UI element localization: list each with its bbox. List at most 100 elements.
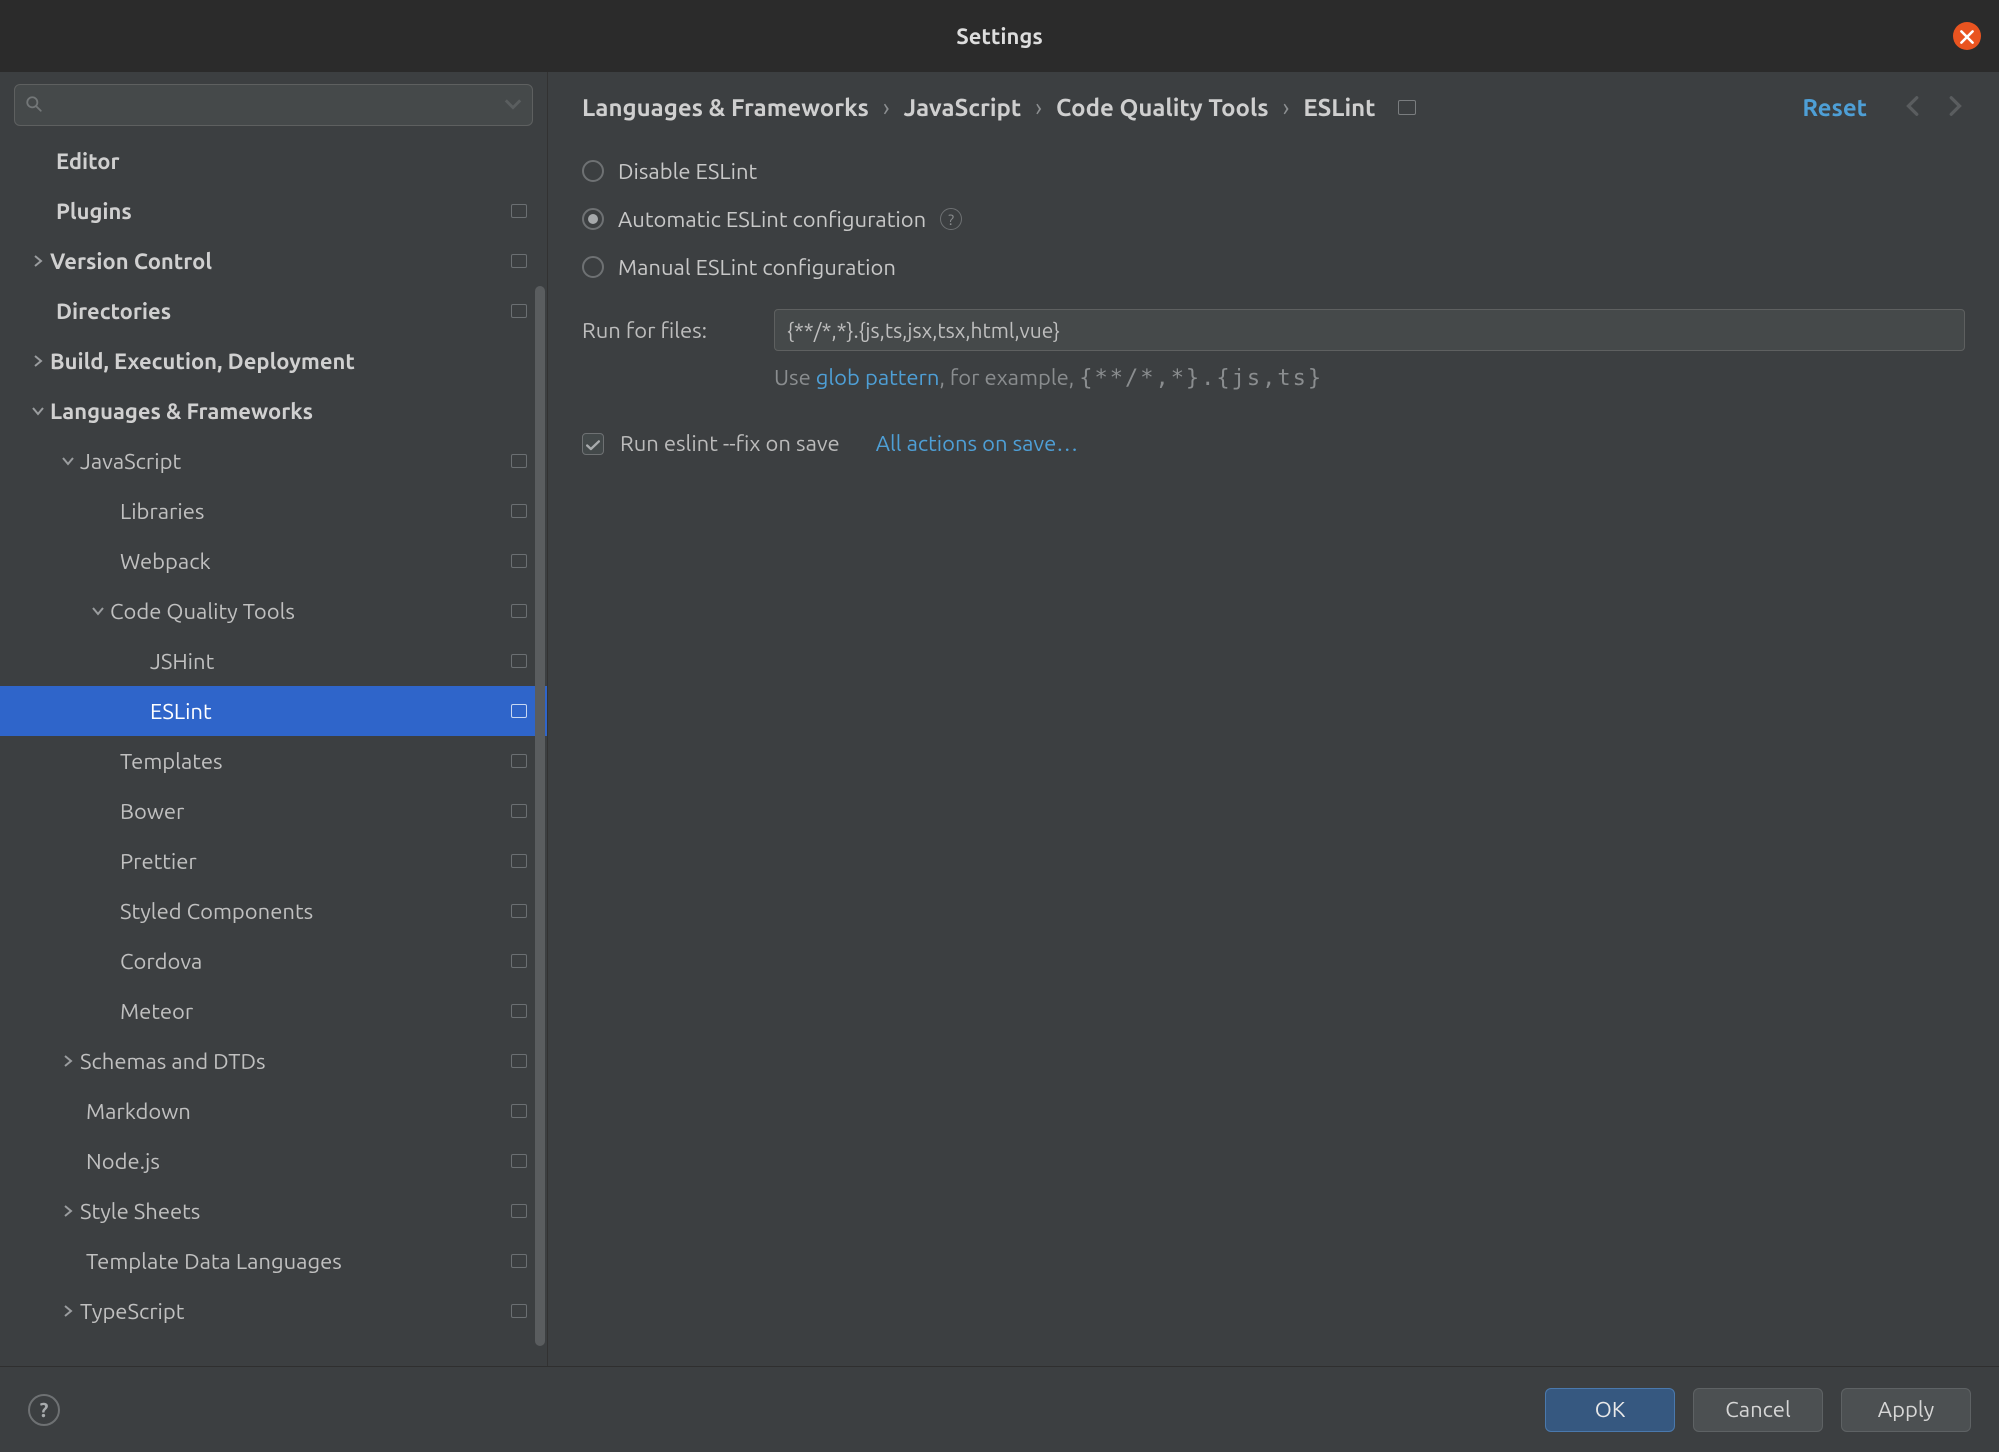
- breadcrumb-item: ESLint: [1303, 94, 1375, 121]
- sidebar-item-label: Templates: [120, 749, 223, 774]
- radio-icon: [582, 208, 604, 230]
- breadcrumb: Languages & Frameworks › JavaScript › Co…: [582, 94, 1416, 121]
- settings-tree[interactable]: EditorPlugins Version Control Directories B…: [0, 136, 547, 1366]
- sidebar-item[interactable]: Template Data Languages: [0, 1236, 547, 1286]
- ok-button[interactable]: OK: [1545, 1388, 1675, 1432]
- sidebar-item[interactable]: Style Sheets: [0, 1186, 547, 1236]
- sidebar-item[interactable]: Node.js: [0, 1136, 547, 1186]
- scrollbar[interactable]: [535, 286, 545, 1346]
- fix-on-save-checkbox[interactable]: [582, 433, 604, 455]
- project-badge-icon: [511, 704, 527, 718]
- radio-disable-eslint[interactable]: Disable ESLint: [582, 147, 1965, 195]
- project-badge-icon: [511, 954, 527, 968]
- sidebar-item-label: Languages & Frameworks: [50, 399, 313, 424]
- close-button[interactable]: [1953, 22, 1981, 50]
- sidebar-item[interactable]: Meteor: [0, 986, 547, 1036]
- sidebar-item-label: Webpack: [120, 549, 211, 574]
- sidebar-item-label: Build, Execution, Deployment: [50, 349, 355, 374]
- cancel-button[interactable]: Cancel: [1693, 1388, 1823, 1432]
- sidebar-item[interactable]: Schemas and DTDs: [0, 1036, 547, 1086]
- radio-label: Manual ESLint configuration: [618, 255, 896, 280]
- chevron-right-icon: ›: [1035, 94, 1042, 121]
- fix-on-save-label: Run eslint --fix on save: [620, 431, 840, 456]
- radio-auto-eslint[interactable]: Automatic ESLint configuration ?: [582, 195, 1965, 243]
- project-badge-icon: [511, 854, 527, 868]
- chevron-right-icon: [26, 355, 50, 367]
- chevron-down-icon: [56, 455, 80, 467]
- breadcrumb-item[interactable]: Code Quality Tools: [1056, 94, 1269, 121]
- sidebar-item[interactable]: Plugins: [0, 186, 547, 236]
- sidebar-item-label: Bower: [120, 799, 184, 824]
- window-title: Settings: [956, 24, 1042, 49]
- sidebar-item[interactable]: Languages & Frameworks: [0, 386, 547, 436]
- help-button[interactable]: ?: [28, 1394, 60, 1426]
- project-badge-icon: [511, 654, 527, 668]
- settings-content: Languages & Frameworks › JavaScript › Co…: [548, 72, 1999, 1366]
- breadcrumb-item[interactable]: Languages & Frameworks: [582, 94, 869, 121]
- sidebar-item[interactable]: Styled Components: [0, 886, 547, 936]
- all-actions-on-save-link[interactable]: All actions on save…: [876, 431, 1078, 456]
- search-input[interactable]: [49, 95, 498, 116]
- chevron-right-icon: [56, 1305, 80, 1317]
- sidebar-item[interactable]: Prettier: [0, 836, 547, 886]
- radio-icon: [582, 160, 604, 182]
- chevron-down-icon: [86, 605, 110, 617]
- sidebar-item-label: Node.js: [86, 1149, 160, 1174]
- sidebar-item-label: Schemas and DTDs: [80, 1049, 266, 1074]
- project-badge-icon: [511, 554, 527, 568]
- sidebar-item-label: JavaScript: [80, 449, 181, 474]
- glob-pattern-link[interactable]: glob pattern: [816, 365, 940, 390]
- sidebar-item[interactable]: Build, Execution, Deployment: [0, 336, 547, 386]
- sidebar-item[interactable]: Bower: [0, 786, 547, 836]
- project-badge-icon: [511, 1304, 527, 1318]
- run-for-files-hint: Use glob pattern, for example, {**/*,*}.…: [774, 365, 1965, 391]
- sidebar-item[interactable]: Code Quality Tools: [0, 586, 547, 636]
- project-badge-icon: [511, 1154, 527, 1168]
- chevron-right-icon: ›: [1283, 94, 1290, 121]
- project-badge-icon: [511, 254, 527, 268]
- sidebar-item[interactable]: Cordova: [0, 936, 547, 986]
- project-badge-icon: [511, 204, 527, 218]
- help-icon[interactable]: ?: [940, 208, 962, 230]
- radio-label: Disable ESLint: [618, 159, 757, 184]
- sidebar-item-label: Style Sheets: [80, 1199, 200, 1224]
- project-badge-icon: [511, 604, 527, 618]
- sidebar-item-label: Cordova: [120, 949, 202, 974]
- run-for-files-input[interactable]: [774, 309, 1965, 351]
- sidebar-item-label: Version Control: [50, 249, 212, 274]
- radio-manual-eslint[interactable]: Manual ESLint configuration: [582, 243, 1965, 291]
- search-icon: [25, 94, 43, 117]
- sidebar-item-label: Styled Components: [120, 899, 313, 924]
- project-badge-icon: [1398, 100, 1416, 115]
- sidebar-item[interactable]: Webpack: [0, 536, 547, 586]
- sidebar-item[interactable]: Version Control: [0, 236, 547, 286]
- radio-label: Automatic ESLint configuration: [618, 207, 926, 232]
- chevron-right-icon: [26, 255, 50, 267]
- project-badge-icon: [511, 904, 527, 918]
- project-badge-icon: [511, 304, 527, 318]
- chevron-right-icon: [56, 1055, 80, 1067]
- titlebar: Settings: [0, 0, 1999, 72]
- sidebar-item[interactable]: Markdown: [0, 1086, 547, 1136]
- sidebar-item[interactable]: JSHint: [0, 636, 547, 686]
- back-icon[interactable]: [1903, 95, 1925, 121]
- sidebar-item[interactable]: TypeScript: [0, 1286, 547, 1336]
- chevron-right-icon: [56, 1205, 80, 1217]
- project-badge-icon: [511, 1054, 527, 1068]
- sidebar-item-label: Template Data Languages: [86, 1249, 342, 1274]
- forward-icon[interactable]: [1943, 95, 1965, 121]
- radio-icon: [582, 256, 604, 278]
- close-icon: [1960, 25, 1974, 48]
- sidebar-item[interactable]: Libraries: [0, 486, 547, 536]
- project-badge-icon: [511, 1254, 527, 1268]
- search-field[interactable]: [14, 84, 533, 126]
- apply-button[interactable]: Apply: [1841, 1388, 1971, 1432]
- sidebar-item[interactable]: ESLint: [0, 686, 547, 736]
- sidebar-item-label: TypeScript: [80, 1299, 184, 1324]
- sidebar-item[interactable]: JavaScript: [0, 436, 547, 486]
- sidebar-item[interactable]: Directories: [0, 286, 547, 336]
- breadcrumb-item[interactable]: JavaScript: [904, 94, 1022, 121]
- sidebar-item[interactable]: Editor: [0, 136, 547, 186]
- reset-link[interactable]: Reset: [1802, 94, 1867, 121]
- sidebar-item[interactable]: Templates: [0, 736, 547, 786]
